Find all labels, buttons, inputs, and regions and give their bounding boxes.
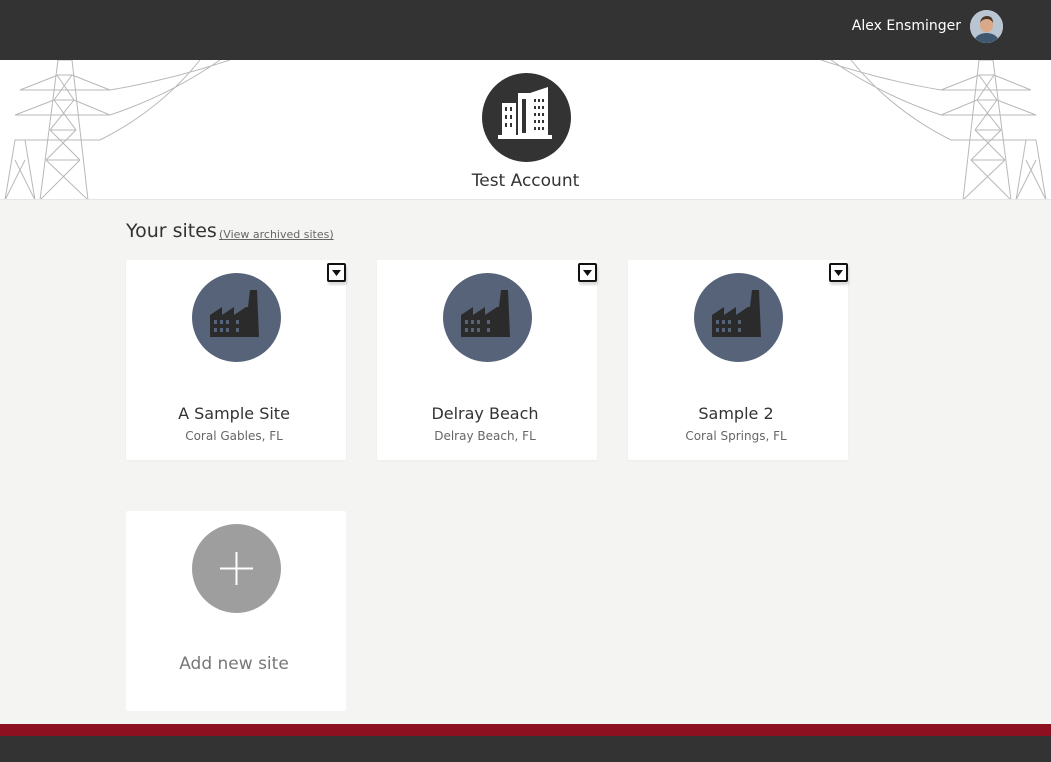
site-menu-dropdown-button[interactable] [578,263,597,282]
site-card[interactable]: A Sample Site Coral Gables, FL [126,260,346,460]
account-banner: Test Account [0,60,1051,200]
site-name: Sample 2 [698,404,774,423]
building-icon [482,73,571,162]
factory-icon [694,273,783,362]
factory-icon [192,273,281,362]
top-bar: Alex Ensminger [0,0,1051,60]
site-menu-dropdown-button[interactable] [327,263,346,282]
site-location: Delray Beach, FL [434,429,536,443]
add-new-site-button[interactable]: Add new site [126,511,346,711]
sites-section-title: Your sites [126,220,217,242]
footer-accent-stripe [0,724,1051,736]
caret-down-icon [332,270,341,276]
account-name: Test Account [471,171,580,191]
add-new-site-label: Add new site [179,654,289,674]
site-menu-dropdown-button[interactable] [829,263,848,282]
caret-down-icon [583,270,592,276]
plus-icon [192,524,281,613]
site-name: Delray Beach [431,404,539,423]
site-card[interactable]: Sample 2 Coral Springs, FL [628,260,848,460]
site-location: Coral Springs, FL [685,429,787,443]
factory-icon [443,273,532,362]
site-name: A Sample Site [178,404,290,423]
user-avatar[interactable] [970,10,1003,43]
view-archived-sites-link[interactable]: (View archived sites) [219,228,334,241]
footer-bar [0,736,1051,762]
caret-down-icon [834,270,843,276]
site-location: Coral Gables, FL [185,429,283,443]
site-card[interactable]: Delray Beach Delray Beach, FL [377,260,597,460]
user-name[interactable]: Alex Ensminger [852,18,961,34]
